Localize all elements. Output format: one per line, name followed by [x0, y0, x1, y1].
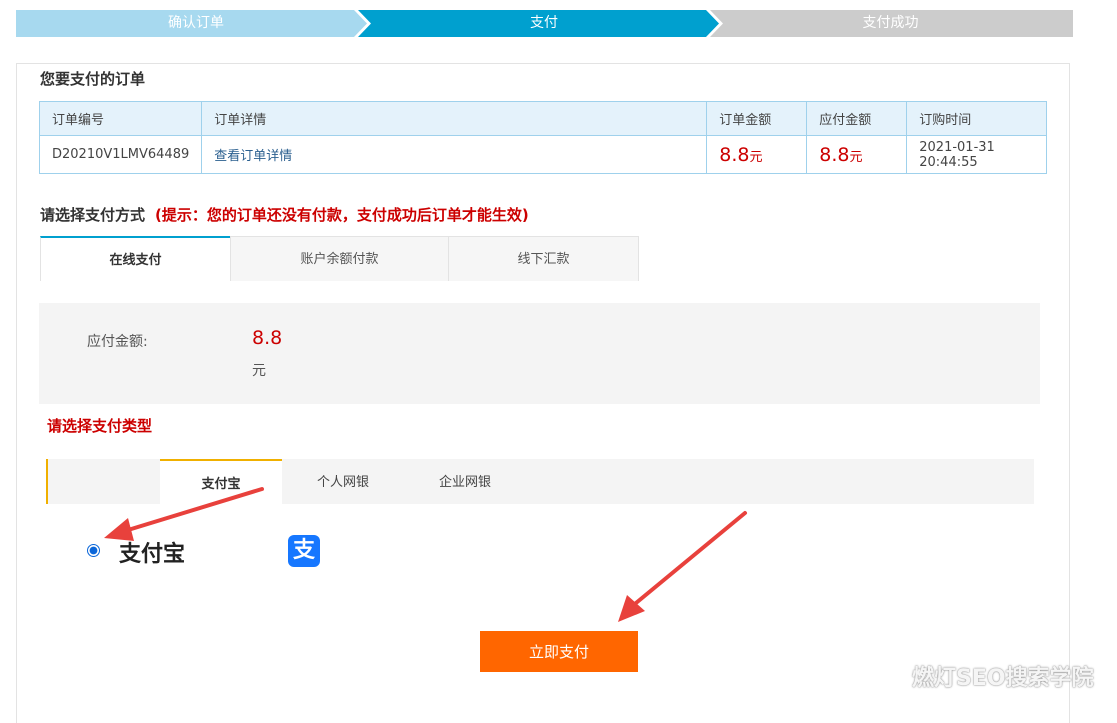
view-order-detail-link[interactable]: 查看订单详情 — [214, 149, 292, 164]
order-amount-unit: 元 — [749, 149, 763, 165]
alipay-radio[interactable] — [87, 544, 100, 557]
order-number: D20210V1LMV64489 — [38, 135, 203, 174]
tab-personal-bank[interactable]: 个人网银 — [282, 459, 404, 504]
step-payment-success: 支付成功 — [708, 10, 1073, 37]
payment-hint: (提示：您的订单还没有付款，支付成功后订单才能生效) — [155, 206, 529, 224]
tab-enterprise-bank[interactable]: 企业网银 — [404, 459, 526, 504]
table-row: D20210V1LMV64489 查看订单详情 8.8元 8.8元 2021-0… — [38, 135, 1047, 174]
alipay-logo-icon[interactable]: 支 — [288, 535, 320, 567]
payable-amount-unit: 元 — [849, 149, 863, 165]
col-payable-amount: 应付金额 — [806, 101, 908, 136]
payment-type-tabs: 支付宝 个人网银 企业网银 — [46, 459, 1034, 504]
alipay-option-label[interactable]: 支付宝 — [119, 536, 185, 568]
step-label: 确认订单 — [168, 15, 224, 31]
col-order-no: 订单编号 — [38, 101, 203, 136]
pay-now-button[interactable]: 立即支付 — [480, 631, 638, 672]
payable-amount-cell: 8.8元 — [806, 135, 908, 174]
step-label: 支付成功 — [862, 15, 919, 31]
step-label: 支付 — [530, 15, 558, 31]
tab-offline-transfer[interactable]: 线下汇款 — [448, 236, 639, 281]
payable-unit: 元 — [252, 363, 266, 379]
payment-type-title: 请选择支付类型 — [47, 417, 153, 435]
payment-method-label: 请选择支付方式 — [40, 206, 146, 224]
col-order-detail: 订单详情 — [201, 101, 708, 136]
watermark: 燃灯SEO搜索学院 — [912, 666, 1094, 691]
order-detail-cell: 查看订单详情 — [201, 135, 708, 174]
step-confirm-order: 确认订单 — [16, 10, 369, 37]
payable-label: 应付金额: — [87, 334, 148, 350]
payable-amount: 8.8 — [819, 143, 850, 166]
tab-balance-payment[interactable]: 账户余额付款 — [230, 236, 449, 281]
table-header-row: 订单编号 订单详情 订单金额 应付金额 订购时间 — [38, 101, 1047, 136]
payable-value: 8.8 — [252, 327, 283, 349]
order-amount: 8.8 — [719, 143, 750, 166]
tab-alipay[interactable]: 支付宝 — [160, 459, 282, 504]
order-table: 订单编号 订单详情 订单金额 应付金额 订购时间 D20210V1LMV6448… — [38, 101, 1047, 174]
tab-online-payment[interactable]: 在线支付 — [40, 236, 231, 281]
order-time: 2021-01-31 20:44:55 — [906, 135, 1047, 174]
payment-method-title: 请选择支付方式 (提示：您的订单还没有付款，支付成功后订单才能生效) — [40, 204, 529, 225]
col-order-amount: 订单金额 — [706, 101, 808, 136]
col-order-time: 订购时间 — [906, 101, 1047, 136]
checkout-steps: 确认订单 支付 支付成功 — [16, 10, 1073, 37]
payable-amount-box: 应付金额: 8.8 元 — [39, 303, 1040, 404]
order-amount-cell: 8.8元 — [706, 135, 808, 174]
order-section-title: 您要支付的订单 — [40, 70, 146, 88]
step-payment: 支付 — [356, 10, 721, 37]
